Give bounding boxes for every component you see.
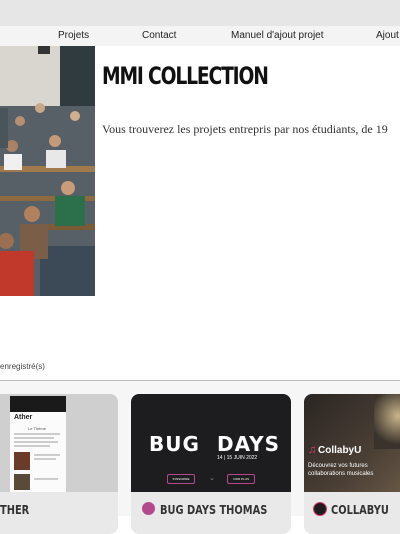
bugdays-register-button: S'INSCRIRE xyxy=(167,474,195,484)
browser-top-band xyxy=(0,0,400,26)
nav-item-projets[interactable]: Projets xyxy=(58,30,89,41)
page-title: MMI COLLECTION xyxy=(102,62,269,90)
card-ather-preview: Ather Le Thème xyxy=(0,394,118,492)
card-collabyu-preview: ♫ CollabyU Découvrez vos futures collabo… xyxy=(304,394,400,492)
card-title-ather[interactable]: THER xyxy=(0,503,29,517)
bugdays-banner-right: DAYS xyxy=(217,432,281,456)
music-note-icon: ♫ xyxy=(308,444,317,456)
hero-classroom-image xyxy=(0,46,95,296)
preview-heading: Ather xyxy=(14,414,33,421)
intro-text: Vous trouverez les projets entrepris par… xyxy=(102,122,388,136)
nav-item-manuel[interactable]: Manuel d'ajout projet xyxy=(231,30,324,41)
card-bugdays-preview: BUG DAYS 14 | 15 JUIN 2022 S'INSCRIRE ⌄ … xyxy=(131,394,291,492)
main-navigation: l Projets Contact Manuel d'ajout projet … xyxy=(0,26,400,46)
preview-subheading: Le Thème xyxy=(28,426,46,431)
chevron-down-icon: ⌄ xyxy=(209,475,215,482)
collabyu-tagline: Découvrez vos futures collaborations mus… xyxy=(308,463,374,477)
nav-item-contact[interactable]: Contact xyxy=(142,30,176,41)
bugdays-logo-icon xyxy=(142,502,155,515)
card-title-bugdays[interactable]: BUG DAYS THOMAS xyxy=(160,503,267,517)
bugdays-more-button: VOIR PLUS xyxy=(227,474,255,484)
collabyu-brand: CollabyU xyxy=(318,445,362,456)
nav-item-ajout[interactable]: Ajout xyxy=(376,30,399,41)
bugdays-banner-left: BUG xyxy=(149,432,200,456)
mobile-preview: Ather Le Thème xyxy=(10,396,66,492)
bugdays-date: 14 | 15 JUIN 2022 xyxy=(217,455,258,461)
classroom-photo-illustration xyxy=(0,46,95,296)
card-title-collabyu[interactable]: COLLABYU xyxy=(331,503,389,517)
collabyu-logo-icon xyxy=(313,502,327,516)
project-count-text: enregistré(s) xyxy=(0,362,45,371)
